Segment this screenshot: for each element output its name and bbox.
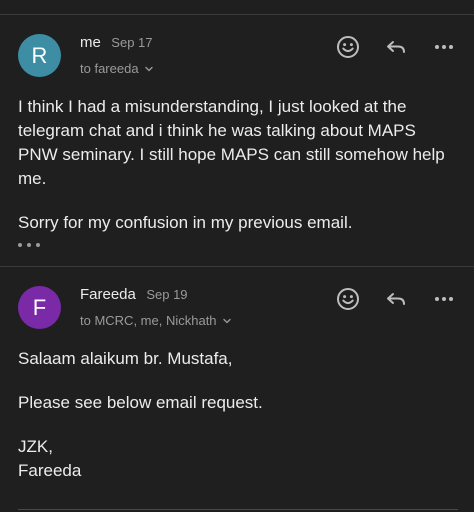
recipients-text: to MCRC, me, Nickhath xyxy=(80,313,217,328)
dot-icon xyxy=(36,243,40,247)
emoji-reaction-button[interactable] xyxy=(336,35,360,59)
recipients-toggle[interactable]: to MCRC, me, Nickhath xyxy=(80,313,232,328)
dot-icon xyxy=(27,243,31,247)
avatar-letter: F xyxy=(32,294,47,320)
dot-icon xyxy=(18,243,22,247)
message-date: Sep 19 xyxy=(146,287,188,302)
body-paragraph: Fareeda xyxy=(18,461,82,480)
message-body: I think I had a misunderstanding, I just… xyxy=(18,95,456,235)
reply-button[interactable] xyxy=(384,287,408,311)
sender-line: me Sep 17 xyxy=(80,34,153,52)
emoji-reaction-button[interactable] xyxy=(336,287,360,311)
message-actions xyxy=(312,35,456,59)
chevron-down-icon xyxy=(222,318,231,323)
message-card[interactable]: F Fareeda Sep 19 to MCRC, me, Nickhath S… xyxy=(0,267,474,512)
body-paragraph: JZK, xyxy=(18,437,53,456)
avatar[interactable]: R xyxy=(18,34,61,77)
sender-line: Fareeda Sep 19 xyxy=(80,286,188,304)
recipients-toggle[interactable]: to fareeda xyxy=(80,61,154,76)
emoji-reaction-icon xyxy=(337,288,359,310)
more-options-icon xyxy=(435,45,453,49)
body-paragraph: Please see below email request. xyxy=(18,393,263,412)
avatar-letter: R xyxy=(31,42,48,68)
body-paragraph: Salaam alaikum br. Mustafa, xyxy=(18,349,233,368)
more-options-button[interactable] xyxy=(432,287,456,311)
chevron-down-icon xyxy=(144,66,153,71)
reply-icon xyxy=(387,41,405,53)
message-body: Salaam alaikum br. Mustafa, Please see b… xyxy=(18,347,456,483)
recipients-text: to fareeda xyxy=(80,61,139,76)
sender-name: me xyxy=(80,34,101,51)
email-thread: R me Sep 17 to fareeda I think I had a m… xyxy=(0,0,474,512)
body-paragraph: Sorry for my confusion in my previous em… xyxy=(18,213,353,232)
message-actions xyxy=(312,287,456,311)
message-card[interactable]: R me Sep 17 to fareeda I think I had a m… xyxy=(0,15,474,266)
more-options-icon xyxy=(435,297,453,301)
show-trimmed-content-button[interactable] xyxy=(18,239,40,251)
avatar[interactable]: F xyxy=(18,286,61,329)
message-date: Sep 17 xyxy=(111,35,153,50)
reply-icon xyxy=(387,293,405,305)
body-paragraph: I think I had a misunderstanding, I just… xyxy=(18,97,445,188)
sender-name: Fareeda xyxy=(80,286,136,303)
emoji-reaction-icon xyxy=(337,36,359,58)
more-options-button[interactable] xyxy=(432,35,456,59)
quoted-content-divider xyxy=(18,509,458,510)
reply-button[interactable] xyxy=(384,35,408,59)
